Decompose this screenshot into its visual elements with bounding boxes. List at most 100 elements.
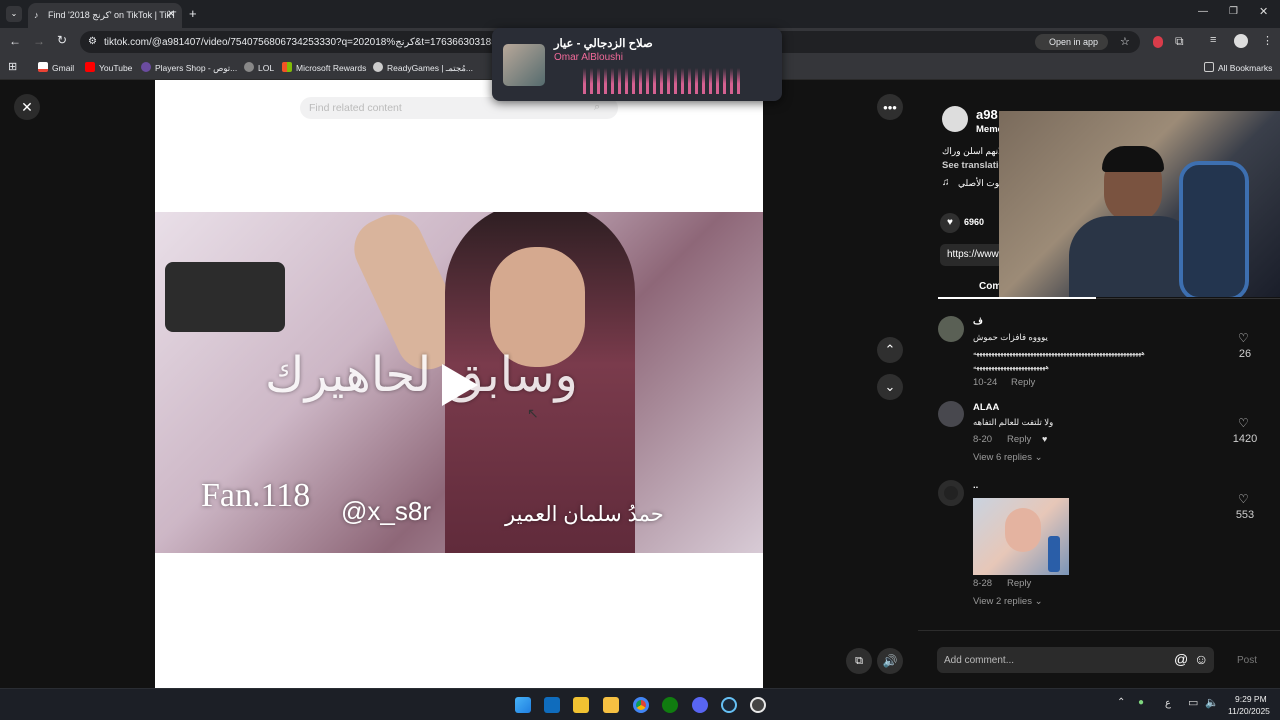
restore-button[interactable]: ❐ [1229,6,1238,17]
bookmark-all[interactable]: All Bookmarks [1204,62,1272,73]
discord-icon[interactable] [692,697,708,713]
comment-like-icon[interactable]: ♡ [1238,492,1249,506]
next-video-button[interactable]: ⌄ [877,374,903,400]
clock-date[interactable]: 11/20/2025 [1228,706,1270,716]
album-art [503,44,545,86]
comment-date: 8-20 [973,434,993,445]
speaker-icon[interactable]: 🔈 [1205,696,1219,709]
back-icon[interactable]: ← [9,34,21,48]
track-title: صلاح الزدجالي - عيار [554,38,653,50]
network-icon[interactable]: ▭ [1188,696,1198,709]
view-replies-button[interactable]: View 2 replies ⌄ [973,596,1043,607]
tab-title: Find '2018 كرنج' on TikTok | TikT [48,10,177,20]
menu-icon[interactable]: ⋮ [1262,34,1273,47]
media-popup[interactable]: صلاح الزدجالي - عيار Omar AlBloushi [492,28,782,101]
comment-image[interactable] [973,498,1069,575]
bookmark-readygames[interactable]: ReadyGames | مُجتمـ... [373,62,473,74]
volume-button[interactable]: 🔊 [877,648,903,674]
file-explorer-icon[interactable] [603,697,619,713]
site-info-icon[interactable]: ⚙ [88,36,97,47]
video-watermark-handle: @x_s8r [341,496,431,526]
video-like-count: 6960 [964,217,985,227]
bookmark-lol[interactable]: LOL [244,62,274,73]
comment-avatar[interactable] [938,316,964,342]
microsoft-icon [282,62,292,72]
miniplayer-button[interactable]: ⧉ [846,648,872,674]
more-options-button[interactable]: ••• [877,94,903,120]
outlook-icon[interactable] [544,697,560,713]
new-tab-button[interactable]: + [189,6,197,21]
comment-author[interactable]: .. [973,480,978,491]
close-tab-icon[interactable]: ✕ [167,9,175,20]
comment-like-count: 553 [1235,509,1255,521]
comment-author[interactable]: ALAA [973,402,999,413]
readygames-icon [373,62,383,72]
minimize-button[interactable]: — [1198,6,1208,17]
open-in-app-button[interactable]: Open in app [1035,34,1108,50]
store-icon[interactable] [573,697,589,713]
windows-start-icon[interactable] [515,697,531,713]
video-frame[interactable]: وسابق لحاهيرك Fan.118 @x_s8r حمدُ سلمان … [155,212,763,553]
comment-list-divider [918,630,1280,631]
video-watermark-name: حمدُ سلمان العمير [505,503,664,526]
media-control-icon[interactable]: ≡ [1210,34,1216,46]
tab-strip: ⌄ ♪ Find '2018 كرنج' on TikTok | TikT ✕ … [0,0,1280,28]
app-icon[interactable] [750,697,766,713]
extensions-icon[interactable]: ⧉ [1175,34,1184,49]
webcam-overlay [999,111,1280,297]
bookmark-star-icon[interactable]: ☆ [1120,35,1130,48]
bookmark-ms-rewards[interactable]: Microsoft Rewards [282,62,366,73]
close-window-button[interactable]: ✕ [1259,5,1268,18]
profile-avatar[interactable] [1234,34,1248,48]
system-tray-chevron[interactable]: ⌃ [1117,697,1125,708]
comment-like-icon[interactable]: ♡ [1238,331,1249,345]
extension-icon-red[interactable] [1153,36,1163,48]
reply-button[interactable]: Reply [1011,377,1035,388]
comment-avatar[interactable] [938,480,964,506]
tab-underline [938,297,1096,299]
webcam-person-hair [1102,146,1164,172]
comment-text-line3: ههههههههههههههههههههههههه [973,364,1049,371]
comment-like-count: 26 [1238,348,1252,360]
previous-video-button[interactable]: ⌃ [877,337,903,363]
comment-avatar[interactable] [938,401,964,427]
forward-icon[interactable]: → [33,34,45,48]
bookmark-youtube[interactable]: YouTube [85,62,132,73]
post-button[interactable]: Post [1237,655,1257,666]
comment-like-icon[interactable]: ♡ [1238,416,1249,430]
view-replies-button[interactable]: View 6 replies ⌄ [973,452,1043,463]
comment-image-bottle [1048,536,1060,572]
apps-icon[interactable]: ⊞ [8,60,17,73]
video-panel[interactable]: Find related content ⌕ وسابق لحاهيرك Fan.… [155,80,763,688]
play-icon[interactable] [442,364,478,406]
video-watermark-fan: Fan.118 [201,477,311,514]
author-name[interactable]: a98 [976,107,998,122]
steam-icon[interactable] [721,697,737,713]
mention-icon[interactable]: @ [1174,651,1188,667]
xbox-icon[interactable] [662,697,678,713]
track-artist: Omar AlBloushi [554,52,623,63]
bookmark-players-shop[interactable]: Players Shop - توص... [141,62,237,74]
chrome-icon[interactable] [633,697,649,713]
reload-icon[interactable]: ↻ [57,33,67,47]
like-video-button[interactable]: ♥ [940,213,960,233]
tab-list-button[interactable]: ⌄ [6,6,22,22]
video-description: لانهم اسلن وراك [942,146,1004,156]
tab-tiktok[interactable]: ♪ Find '2018 كرنج' on TikTok | TikT ✕ [28,3,182,28]
video-link-box[interactable]: https://www [940,244,1006,266]
microphone-icon[interactable]: ● [1138,697,1144,708]
gmail-icon [38,62,48,72]
search-icon[interactable]: ⌕ [594,101,600,114]
clock-time[interactable]: 9:29 PM [1235,694,1267,704]
close-video-button[interactable]: ✕ [14,94,40,120]
emoji-icon[interactable]: ☺ [1194,651,1208,667]
reply-button[interactable]: Reply [1007,578,1031,589]
language-indicator[interactable]: ع [1165,698,1171,709]
comment-input[interactable]: Add comment... @ ☺ [937,647,1214,673]
author-avatar[interactable] [942,106,968,132]
bookmark-gmail[interactable]: Gmail [38,62,74,73]
comment-author[interactable]: ف [973,316,983,327]
tiktok-icon: ♪ [34,10,39,20]
reply-button[interactable]: Reply [1007,434,1031,445]
audio-waveform-icon [583,68,743,94]
